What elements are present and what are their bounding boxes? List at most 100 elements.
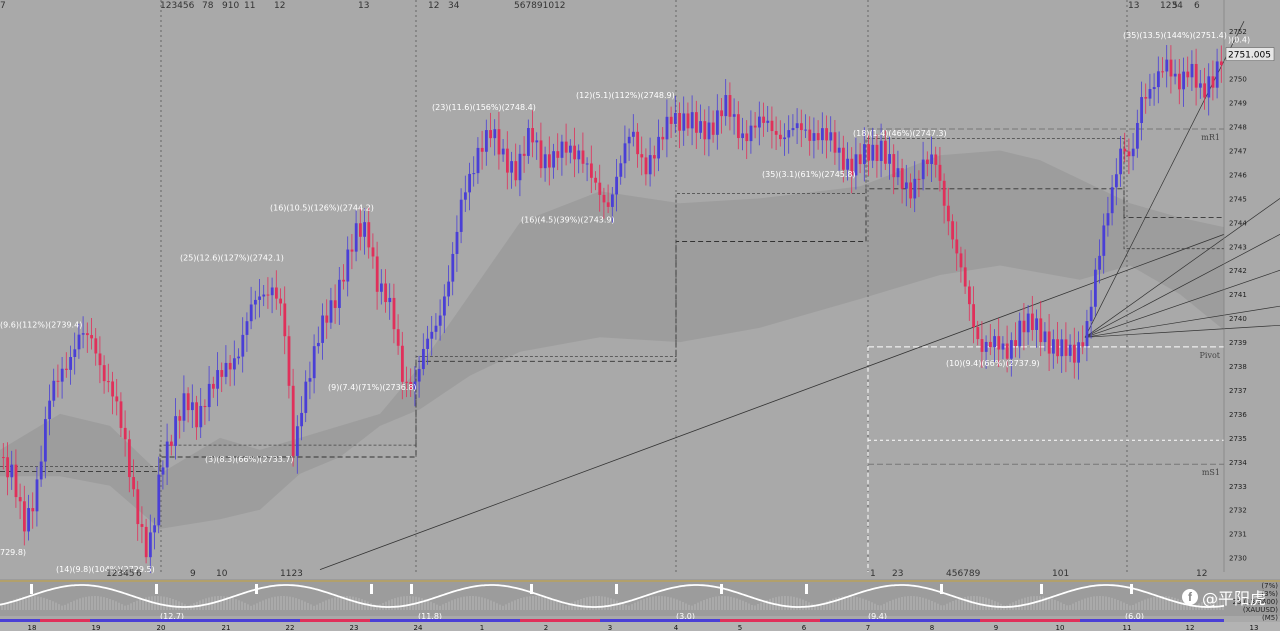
candle-body: [955, 239, 959, 254]
top-count: 5: [1172, 1, 1178, 11]
bottom-count: 12: [1196, 569, 1207, 579]
candle-body: [161, 467, 165, 475]
candle-body: [644, 157, 648, 175]
date-label: 13: [1250, 624, 1259, 631]
candle-body: [329, 300, 333, 323]
candle-body: [279, 298, 282, 304]
top-count: 13: [1128, 1, 1139, 11]
candle-body: [455, 231, 459, 254]
top-count: 910: [222, 1, 239, 11]
candle-body: [165, 441, 169, 468]
candle-body: [123, 427, 127, 440]
candle-body: [627, 136, 631, 144]
candle-body: [1123, 148, 1127, 152]
candle-body: [451, 253, 455, 282]
candle-body: [829, 132, 833, 141]
candle-body: [44, 419, 47, 462]
date-label: 9: [994, 624, 998, 631]
date-label: 2: [544, 624, 548, 631]
candle-body: [1031, 313, 1034, 330]
candle-body: [144, 526, 148, 558]
candle-body: [606, 202, 610, 207]
candle-body: [283, 303, 287, 337]
candle-body: [1199, 83, 1202, 88]
candle-body: [1194, 63, 1198, 88]
candle-body: [2, 457, 5, 459]
candle-body: [745, 133, 749, 142]
candle-body: [871, 144, 875, 161]
swing-annotation: (9)(7.4)(71%)(2736.8): [328, 383, 417, 392]
candle-body: [846, 158, 849, 170]
candle-body: [741, 133, 744, 139]
candle-body: [1052, 339, 1055, 354]
candle-body: [783, 137, 786, 140]
date-label: 19: [92, 624, 101, 631]
candle-body: [266, 294, 270, 296]
candle-body: [623, 143, 627, 164]
candle-body: [1136, 122, 1139, 149]
candle-body: [380, 283, 383, 292]
top-count: 34: [448, 1, 460, 11]
osc-ribbon: [520, 619, 600, 622]
date-label: 3: [608, 624, 612, 631]
last-price: 2751.005: [1228, 51, 1271, 61]
bottom-count: 1: [870, 569, 876, 579]
price-tick: 2736: [1229, 411, 1247, 419]
candle-body: [434, 325, 438, 332]
price-tick: 2741: [1229, 291, 1247, 299]
candle-body: [254, 299, 257, 305]
osc-ribbon: [720, 619, 820, 622]
candle-body: [56, 380, 60, 382]
osc-marker: [720, 584, 723, 594]
swing-annotation: (16)(10.5)(126%)(2744.2): [270, 203, 374, 212]
top-count: 7: [0, 1, 6, 11]
candle-body: [884, 140, 887, 164]
candle-body: [556, 151, 560, 158]
candle-body: [485, 130, 488, 152]
candle-body: [224, 362, 228, 377]
candle-body: [930, 154, 933, 165]
candle-body: [107, 381, 110, 383]
candle-body: [363, 222, 366, 237]
candle-body: [443, 296, 446, 316]
candle-body: [942, 180, 946, 206]
candle-body: [52, 380, 56, 401]
candle-body: [1178, 73, 1181, 90]
candle-body: [149, 532, 152, 558]
candle-body: [140, 524, 144, 527]
candle-body: [132, 477, 135, 490]
swing-annotation: )(0.4): [1228, 36, 1250, 45]
candle-body: [766, 120, 770, 123]
candle-body: [1026, 313, 1030, 333]
candle-body: [812, 133, 816, 141]
top-count: 123456: [160, 1, 195, 11]
candle-body: [401, 345, 404, 382]
candle-body: [69, 356, 72, 370]
candle-body: [228, 362, 232, 370]
top-count: 11: [244, 1, 255, 11]
candle-body: [552, 151, 555, 168]
candle-body: [18, 497, 22, 502]
date-label: 7: [866, 624, 870, 631]
candle-body: [35, 479, 39, 512]
osc-ribbon: [980, 619, 1080, 622]
candle-body: [833, 132, 837, 153]
candle-body: [90, 335, 93, 339]
candle-body: [968, 286, 971, 305]
swing-annotation: (35)(3.1)(61%)(2745.8): [762, 170, 856, 179]
osc-ribbon: [40, 619, 90, 622]
swing-annotation: (23)(11.6)(156%)(2748.4): [432, 103, 536, 112]
candle-body: [892, 154, 896, 178]
candle-body: [359, 223, 362, 237]
bottom-count: 1123: [280, 569, 303, 579]
candle-body: [1211, 76, 1215, 88]
candle-body: [10, 464, 14, 478]
candle-body: [291, 385, 295, 456]
candle-body: [1131, 148, 1135, 157]
price-chart[interactable]: mR1PivotmS1 (9.6)(112%)(2739.4)(14)(9.8)…: [0, 0, 1280, 631]
price-tick: 2742: [1229, 267, 1247, 275]
candle-body: [472, 173, 476, 175]
candle-body: [459, 199, 463, 232]
candle-body: [128, 439, 131, 478]
date-label: 18: [28, 624, 37, 631]
